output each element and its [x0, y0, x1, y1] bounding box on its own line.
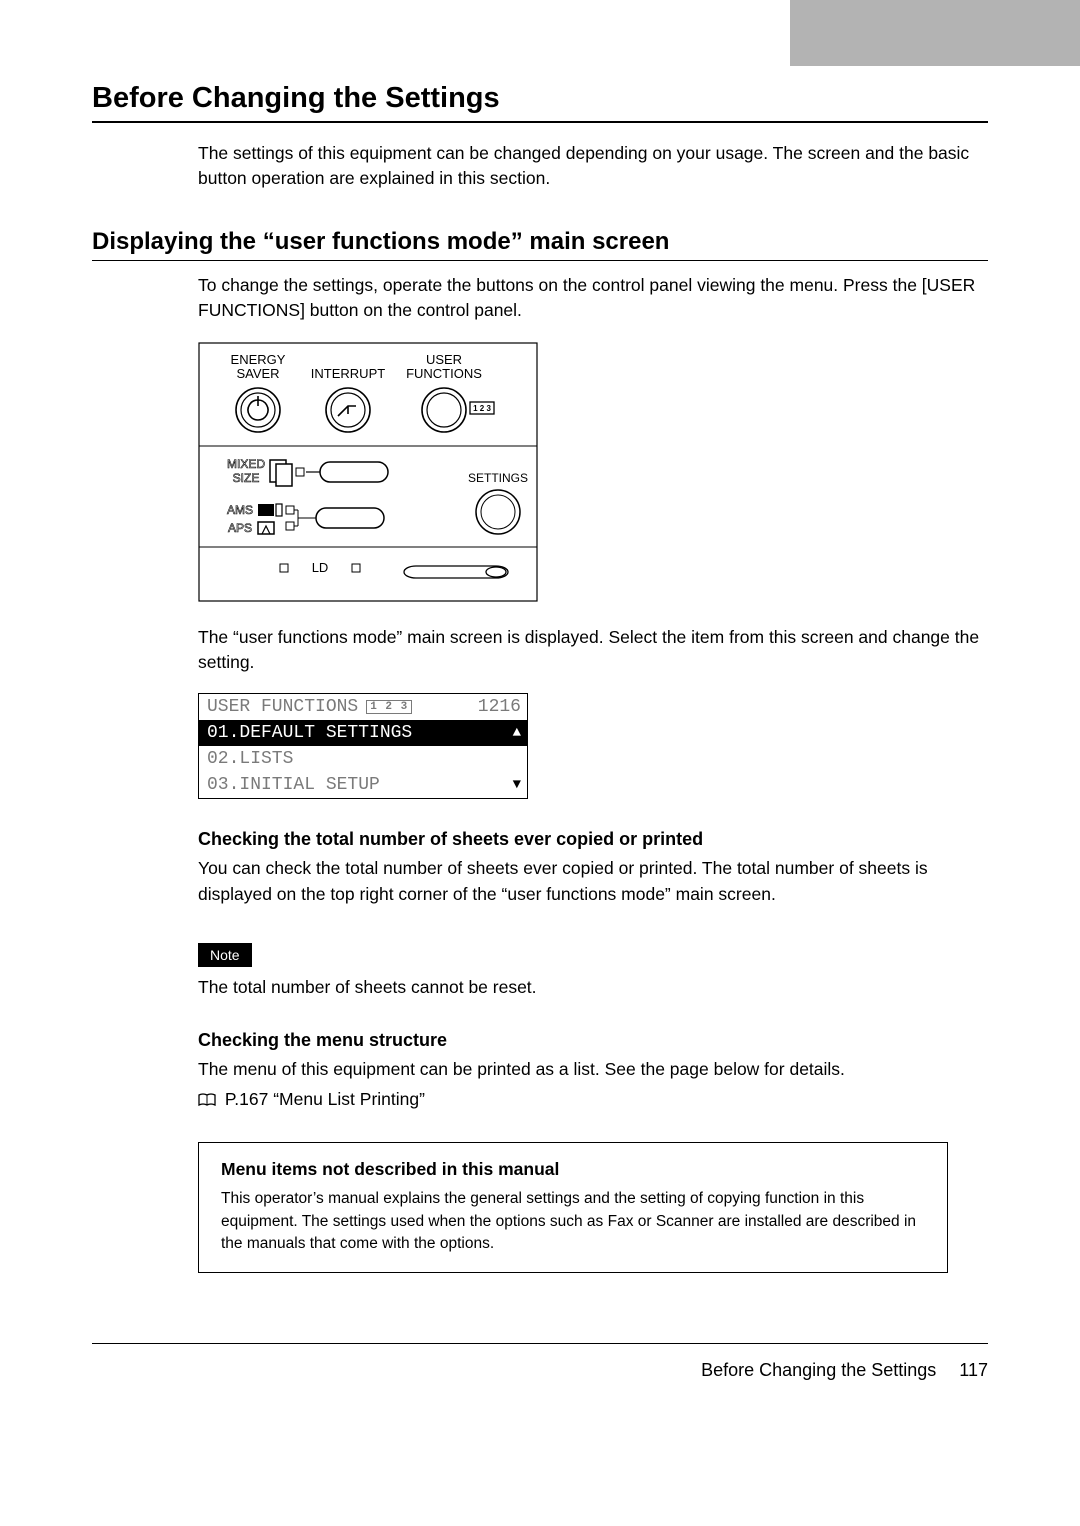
settings-button	[476, 490, 520, 534]
lcd-item-2-label: 02.LISTS	[207, 749, 293, 769]
lcd-up-arrow-icon: ▲	[513, 725, 521, 741]
section3-ref-text: P.167 “Menu List Printing”	[225, 1089, 425, 1109]
svg-text:MIXED: MIXED	[227, 457, 265, 471]
h1-rule: Before Changing the Settings	[92, 66, 988, 123]
svg-text:LD: LD	[312, 560, 329, 575]
section1-para1: To change the settings, operate the butt…	[198, 273, 988, 324]
lcd-123-badge: 1 2 3	[366, 700, 412, 714]
svg-text:SAVER: SAVER	[236, 366, 279, 381]
section3-para1: The menu of this equipment can be printe…	[198, 1057, 988, 1082]
page-title: Before Changing the Settings	[92, 82, 988, 115]
mixed-size-icon	[270, 460, 292, 486]
section2: Checking the total number of sheets ever…	[198, 829, 988, 1000]
control-panel-figure: ENERGY SAVER INTERRUPT USER FUNCTIONS 1 …	[198, 342, 538, 607]
lcd-title-row: USER FUNCTIONS 1 2 3 1216	[199, 694, 527, 720]
book-icon	[198, 1089, 216, 1103]
svg-text:FUNCTIONS: FUNCTIONS	[406, 366, 482, 381]
section1-title: Displaying the “user functions mode” mai…	[92, 228, 988, 256]
section3-ref-line: P.167 “Menu List Printing”	[198, 1087, 988, 1112]
lcd-item-2: 02.LISTS	[199, 746, 527, 772]
svg-text:USER: USER	[426, 352, 462, 367]
energy-saver-button	[236, 388, 280, 432]
lcd-item-3-label: 03.INITIAL SETUP	[207, 775, 380, 795]
svg-text:AMS: AMS	[227, 503, 253, 517]
svg-text:INTERRUPT: INTERRUPT	[311, 366, 385, 381]
tray-slot-icon	[404, 566, 508, 578]
page-content: Before Changing the Settings The setting…	[0, 66, 1080, 1273]
svg-text:ENERGY: ENERGY	[231, 352, 286, 367]
mixed-size-pill	[320, 462, 388, 482]
svg-text:SETTINGS: SETTINGS	[468, 471, 528, 485]
lcd-item-1: 01.DEFAULT SETTINGS ▲	[199, 720, 527, 746]
box-note: Menu items not described in this manual …	[198, 1142, 948, 1272]
h2-rule: Displaying the “user functions mode” mai…	[92, 228, 988, 261]
lcd-item-1-label: 01.DEFAULT SETTINGS	[207, 723, 412, 743]
note-text: The total number of sheets cannot be res…	[198, 975, 988, 1000]
section2-para1: You can check the total number of sheets…	[198, 856, 988, 907]
lcd-item-3: 03.INITIAL SETUP ▼	[199, 772, 527, 798]
section1-para2: The “user functions mode” main screen is…	[198, 625, 988, 676]
box-note-title: Menu items not described in this manual	[221, 1159, 925, 1180]
lcd-screen-figure: USER FUNCTIONS 1 2 3 1216 01.DEFAULT SET…	[198, 693, 528, 799]
note-badge: Note	[198, 943, 252, 967]
lcd-title: USER FUNCTIONS 1 2 3	[207, 697, 412, 717]
aps-icon	[258, 522, 274, 534]
footer-label: Before Changing the Settings	[701, 1360, 936, 1380]
ams-icon	[258, 504, 282, 516]
lcd-title-text: USER FUNCTIONS	[207, 697, 358, 717]
control-panel-svg: ENERGY SAVER INTERRUPT USER FUNCTIONS 1 …	[198, 342, 538, 602]
lcd-sheet-count: 1216	[478, 697, 521, 717]
user-functions-button: 1 2 3	[422, 388, 494, 432]
ams-aps-pill	[316, 508, 384, 528]
section3: Checking the menu structure The menu of …	[198, 1030, 988, 1112]
box-note-text: This operator’s manual explains the gene…	[221, 1188, 925, 1255]
svg-text:APS: APS	[228, 521, 252, 535]
header-left-blank	[0, 0, 790, 66]
interrupt-button	[326, 388, 370, 432]
header-tab	[790, 0, 1080, 66]
section3-title: Checking the menu structure	[198, 1030, 988, 1051]
svg-text:SIZE: SIZE	[233, 471, 260, 485]
footer-page-number: 117	[959, 1360, 988, 1380]
intro-paragraph: The settings of this equipment can be ch…	[198, 141, 988, 192]
svg-text:1 2 3: 1 2 3	[473, 404, 491, 413]
section2-title: Checking the total number of sheets ever…	[198, 829, 988, 850]
lcd-down-arrow-icon: ▼	[513, 777, 521, 793]
page-footer: Before Changing the Settings 117	[92, 1343, 988, 1421]
header-bar	[0, 0, 1080, 66]
